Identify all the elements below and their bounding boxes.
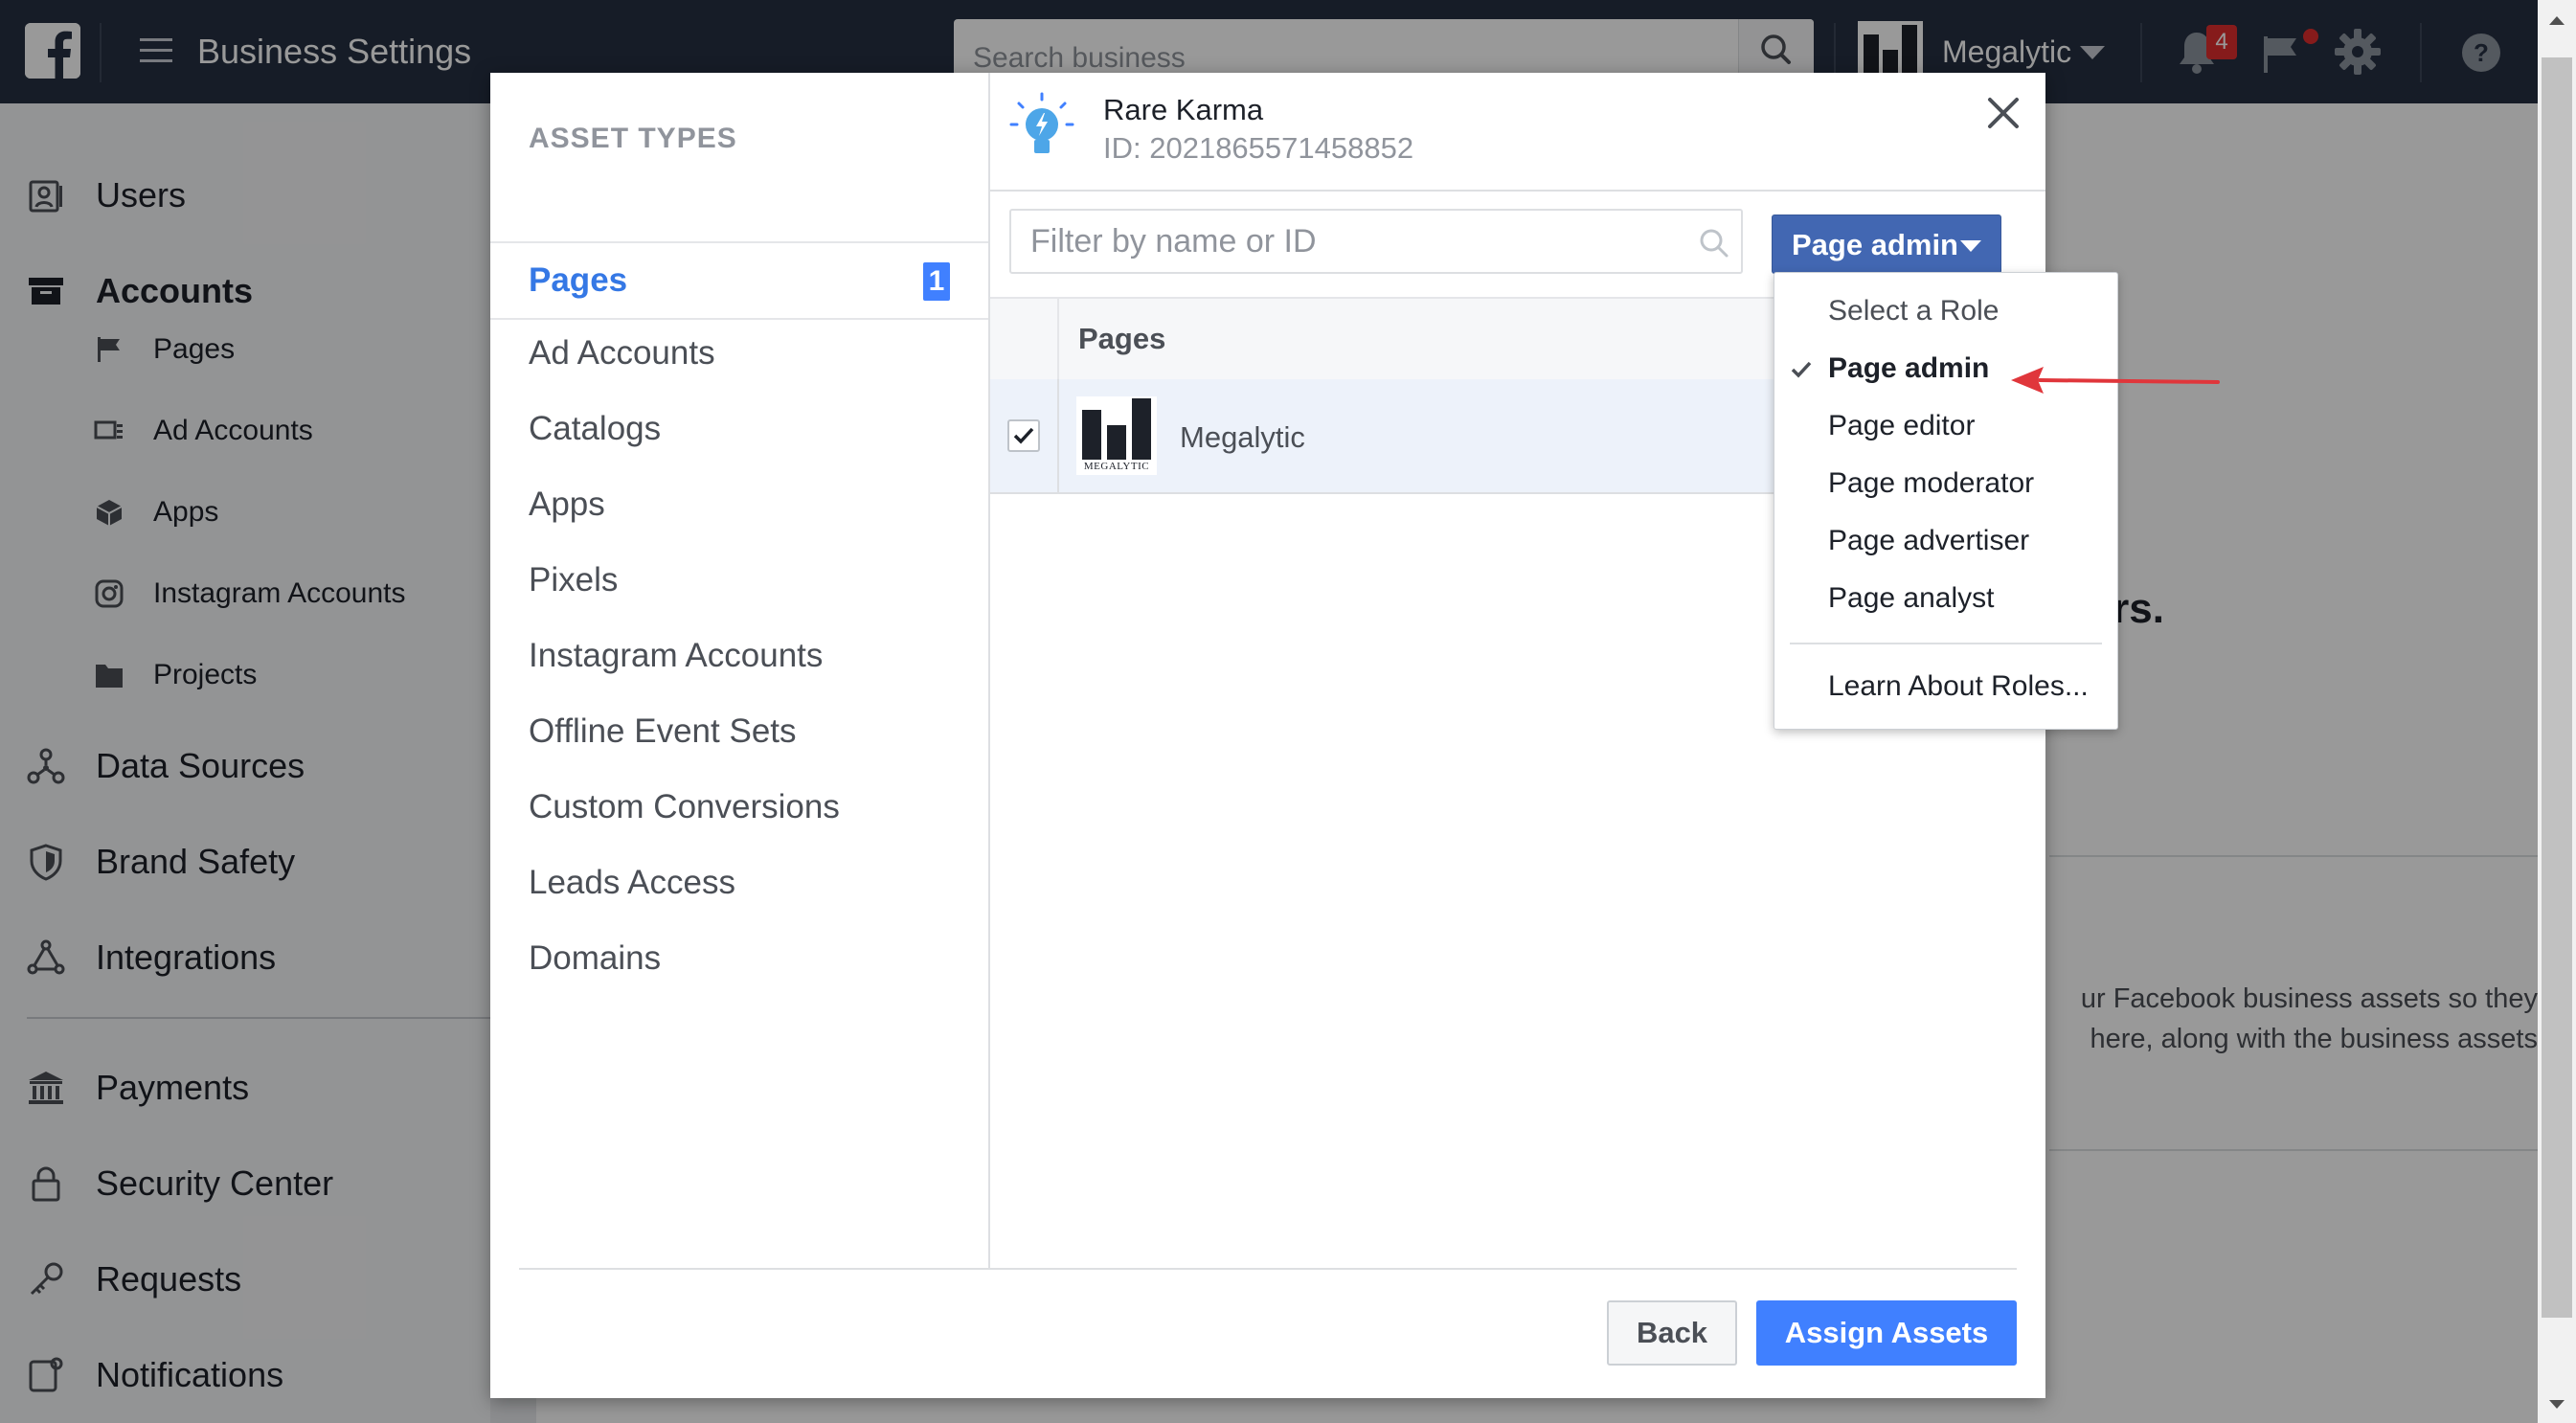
asset-type-instagram-accounts[interactable]: Instagram Accounts bbox=[490, 619, 988, 693]
business-id: ID: 2021865571458852 bbox=[1103, 131, 1414, 165]
asset-type-ad-accounts[interactable]: Ad Accounts bbox=[490, 316, 988, 391]
dropdown-divider bbox=[1790, 643, 2102, 644]
asset-type-apps[interactable]: Apps bbox=[490, 467, 988, 542]
filter-input[interactable] bbox=[1011, 211, 1682, 272]
lightbulb-icon bbox=[1004, 90, 1080, 167]
role-option-label: Page analyst bbox=[1828, 582, 1995, 614]
selected-count-badge: 1 bbox=[923, 262, 950, 301]
asset-type-label: Leads Access bbox=[529, 864, 735, 901]
filter-box bbox=[1009, 209, 1743, 274]
asset-type-domains[interactable]: Domains bbox=[490, 921, 988, 996]
cell-divider bbox=[1057, 379, 1059, 492]
role-select-button[interactable]: Page admin bbox=[1772, 215, 2001, 274]
business-name: Rare Karma bbox=[1103, 93, 1264, 126]
asset-types-heading: ASSET TYPES bbox=[529, 123, 737, 154]
role-option-label: Learn About Roles... bbox=[1828, 670, 2089, 702]
asset-type-offline-event-sets[interactable]: Offline Event Sets bbox=[490, 694, 988, 769]
role-option-page-advertiser[interactable]: Page advertiser bbox=[1774, 514, 2117, 568]
scrollbar-thumb[interactable] bbox=[2542, 57, 2572, 1318]
close-icon[interactable] bbox=[1984, 94, 2022, 132]
role-option-page-editor[interactable]: Page editor bbox=[1774, 399, 2117, 453]
header-checkbox-cell bbox=[990, 299, 1059, 379]
assign-assets-button[interactable]: Assign Assets bbox=[1756, 1300, 2017, 1366]
column-header-pages: Pages bbox=[1078, 322, 1166, 355]
role-option-page-moderator[interactable]: Page moderator bbox=[1774, 457, 2117, 510]
footer-divider bbox=[519, 1268, 2017, 1270]
role-option-label: Select a Role bbox=[1828, 295, 2000, 327]
role-option-label: Page admin bbox=[1828, 352, 1990, 384]
asset-type-custom-conversions[interactable]: Custom Conversions bbox=[490, 770, 988, 845]
page-name: Megalytic bbox=[1180, 420, 1305, 454]
back-button[interactable]: Back bbox=[1607, 1300, 1737, 1366]
role-option-label: Page advertiser bbox=[1828, 525, 2030, 556]
asset-type-leads-access[interactable]: Leads Access bbox=[490, 846, 988, 920]
asset-type-label: Pages bbox=[529, 261, 628, 299]
checkmark-icon bbox=[1013, 427, 1034, 444]
row-checkbox[interactable] bbox=[1007, 419, 1040, 452]
checkmark-icon bbox=[1791, 361, 1812, 378]
search-icon bbox=[1700, 229, 1729, 258]
role-dropdown-menu: Select a Role Page admin Page editor Pag… bbox=[1774, 272, 2118, 730]
asset-type-pixels[interactable]: Pixels bbox=[490, 543, 988, 618]
logo-caption: MEGALYTIC bbox=[1083, 461, 1150, 472]
asset-types-panel: ASSET TYPES Pages 1 Ad Accounts Catalogs… bbox=[490, 73, 990, 1270]
asset-type-label: Apps bbox=[529, 486, 605, 523]
role-option-page-analyst[interactable]: Page analyst bbox=[1774, 572, 2117, 625]
scroll-up-icon[interactable] bbox=[2543, 8, 2570, 34]
role-option-label: Page editor bbox=[1828, 410, 1976, 441]
asset-type-catalogs[interactable]: Catalogs bbox=[490, 392, 988, 466]
asset-type-label: Ad Accounts bbox=[529, 334, 715, 372]
asset-type-label: Catalogs bbox=[529, 410, 662, 447]
asset-type-pages[interactable]: Pages 1 bbox=[490, 241, 988, 320]
scroll-down-icon[interactable] bbox=[2543, 1390, 2570, 1417]
role-dropdown-header: Select a Role bbox=[1774, 284, 2117, 338]
asset-type-label: Domains bbox=[529, 939, 662, 977]
annotation-arrow-icon bbox=[2001, 356, 2222, 404]
chevron-down-icon bbox=[1960, 240, 1981, 252]
role-option-label: Page moderator bbox=[1828, 467, 2035, 499]
asset-type-label: Pixels bbox=[529, 561, 619, 599]
role-select-label: Page admin bbox=[1792, 228, 1958, 261]
asset-type-label: Offline Event Sets bbox=[529, 712, 797, 750]
megalytic-logo-icon: MEGALYTIC bbox=[1076, 396, 1157, 475]
learn-about-roles-link[interactable]: Learn About Roles... bbox=[1774, 660, 2117, 713]
asset-type-label: Instagram Accounts bbox=[529, 637, 824, 674]
asset-type-label: Custom Conversions bbox=[529, 788, 840, 825]
